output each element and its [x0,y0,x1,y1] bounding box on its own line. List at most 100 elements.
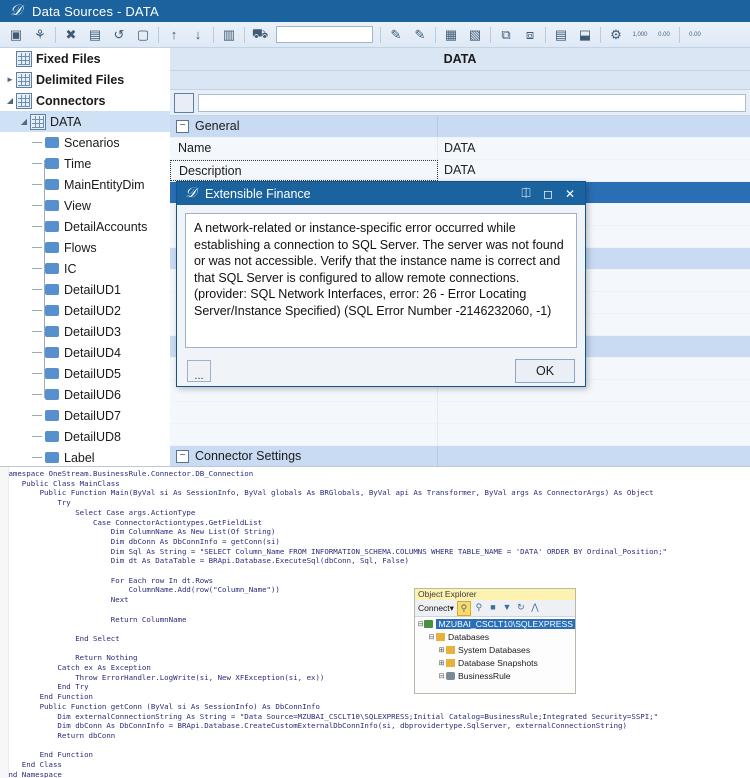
load-data-icon[interactable]: ⛟ [248,24,272,46]
sidebar-item-mainentitydim[interactable]: MainEntityDim [0,174,170,195]
sidebar-item-detailud5[interactable]: DetailUD5 [0,363,170,384]
property-group-general[interactable]: −General [170,116,750,138]
property-search-bar[interactable] [170,90,750,116]
business-rule-code-editor[interactable]: Namespace OneStream.BusinessRule.Connect… [0,466,750,778]
sidebar-item-detailud3[interactable]: DetailUD3 [0,321,170,342]
table-row[interactable] [170,424,750,446]
sidebar-item-detailud6[interactable]: DetailUD6 [0,384,170,405]
property-group-connector-settings[interactable]: −Connector Settings [170,446,750,468]
error-dialog[interactable]: 𝒟 Extensible Finance ⎅ ◻ ✕ A network-rel… [176,181,586,387]
maximize-icon[interactable]: ◻ [537,184,559,204]
sidebar-item-connectors[interactable]: ◢Connectors [0,90,170,111]
edit-icon[interactable]: ▤ [83,24,107,46]
object-explorer-node[interactable]: ⊞Database Snapshots [415,656,575,669]
code-text[interactable]: Namespace OneStream.BusinessRule.Connect… [0,467,750,778]
connect-button[interactable]: Connect▾ [418,603,454,614]
sidebar-item-detailud7[interactable]: DetailUD7 [0,405,170,426]
expand-xml-icon[interactable]: ⧉ [494,24,518,46]
object-explorer-tree[interactable]: ⊟MZUBAI_CSCLT10\SQLEXPRESS⊟Databases⊞Sys… [415,617,575,682]
connect-object-explorer-icon[interactable]: ⚲ [457,601,471,616]
property-value[interactable] [438,424,750,445]
toolbar-search-input[interactable] [276,26,373,43]
collapse-icon[interactable]: ⊟ [427,633,436,641]
details-button[interactable]: ... [187,360,211,382]
sidebar-item-view[interactable]: View [0,195,170,216]
settings-icon[interactable]: ⚙ [604,24,628,46]
table-row[interactable]: Name DATA [170,138,750,160]
object-explorer-node[interactable]: ⊟ Databases [415,630,575,643]
sidebar-item-detailud4[interactable]: DetailUD4 [0,342,170,363]
data-sources-tree[interactable]: Fixed Files►Delimited Files◢Connectors◢D… [0,48,171,466]
object-explorer-node-label: System Databases [458,645,530,655]
new-connector-icon[interactable]: ⚘ [28,24,52,46]
grid-view-icon[interactable]: ▤ [549,24,573,46]
sidebar-item-detailud8[interactable]: DetailUD8 [0,426,170,447]
object-explorer-panel[interactable]: Object Explorer Connect▾ ⚲⚲■▼↻⋀ ⊟MZUBAI_… [414,588,576,694]
sidebar-item-detailaccounts[interactable]: DetailAccounts [0,216,170,237]
sidebar-item-fixed-files[interactable]: Fixed Files [0,48,170,69]
copy-icon[interactable]: ⎅ [515,184,537,204]
thousands-icon[interactable]: 1,000 [628,24,652,46]
sidebar-item-label[interactable]: Label [0,447,170,466]
tree-branch-line [32,226,42,228]
account-icon [45,221,59,232]
property-value[interactable]: DATA [438,138,750,159]
property-value[interactable]: DATA [438,160,750,181]
add-decimal-icon[interactable]: 0.00 [683,24,707,46]
sidebar-item-detailud2[interactable]: DetailUD2 [0,300,170,321]
toolbar-separator [380,27,381,43]
property-key: Description [170,160,438,181]
sidebar-item-detailud1[interactable]: DetailUD1 [0,279,170,300]
object-explorer-toolbar: Connect▾ ⚲⚲■▼↻⋀ [415,600,575,617]
object-explorer-node[interactable]: ⊟BusinessRule [415,669,575,682]
property-value[interactable] [438,402,750,423]
collapse-expander-icon[interactable]: − [176,450,189,463]
table-export-icon[interactable]: ▧ [463,24,487,46]
ok-button[interactable]: OK [515,359,575,383]
disconnect-object-explorer-icon[interactable]: ⚲ [473,601,485,614]
search-input[interactable] [198,94,746,112]
collapse-icon[interactable]: ⊟ [417,620,424,628]
sidebar-item-flows[interactable]: Flows [0,237,170,258]
new-data-source-icon[interactable]: ▣ [4,24,28,46]
sidebar-item-time[interactable]: Time [0,153,170,174]
chevron-down-icon[interactable]: ◢ [4,96,16,105]
refresh-icon[interactable]: ↺ [107,24,131,46]
table-row[interactable] [170,402,750,424]
import-icon[interactable]: ▥ [217,24,241,46]
code-view-icon[interactable]: ⬓ [573,24,597,46]
move-up-icon[interactable]: ↑ [162,24,186,46]
property-key: Name [170,138,438,159]
collapse-expander-icon[interactable]: − [176,120,189,133]
chevron-down-icon[interactable]: ◢ [18,117,30,126]
table-row[interactable]: Description DATA [170,160,750,182]
object-explorer-node-label: Databases [448,632,489,642]
refresh-icon[interactable]: ↻ [515,601,527,614]
sidebar-item-ic[interactable]: IC [0,258,170,279]
pencil-alt-icon[interactable]: ✎ [408,24,432,46]
sidebar-item-data[interactable]: ◢DATA [0,111,170,132]
collapse-xml-icon[interactable]: ⧈ [518,24,542,46]
stop-icon[interactable]: ■ [487,601,499,614]
sidebar-item-delimited-files[interactable]: ►Delimited Files [0,69,170,90]
move-down-icon[interactable]: ↓ [186,24,210,46]
object-explorer-node[interactable]: ⊞ System Databases [415,643,575,656]
delete-icon[interactable]: ✖ [59,24,83,46]
object-explorer-node[interactable]: ⊟MZUBAI_CSCLT10\SQLEXPRESS [415,617,575,630]
sidebar-item-scenarios[interactable]: Scenarios [0,132,170,153]
expand-icon[interactable]: ⊞ [437,646,446,654]
activity-monitor-icon[interactable]: ⋀ [529,601,541,614]
close-icon[interactable]: ✕ [559,184,581,204]
chevron-right-icon[interactable]: ► [4,75,16,84]
table-icon[interactable]: ▦ [439,24,463,46]
sidebar-item-label: View [64,199,91,213]
pencil-icon[interactable]: ✎ [384,24,408,46]
tree-branch-line [32,247,42,249]
expand-icon[interactable]: ⊞ [437,659,446,667]
decimal-icon[interactable]: 0.00 [652,24,676,46]
filter-icon[interactable]: ▼ [501,601,513,614]
collapse-icon[interactable]: ⊟ [437,672,446,680]
ud8-icon [45,431,59,442]
table-grid-icon[interactable] [174,93,194,113]
save-icon[interactable]: ▢ [131,24,155,46]
